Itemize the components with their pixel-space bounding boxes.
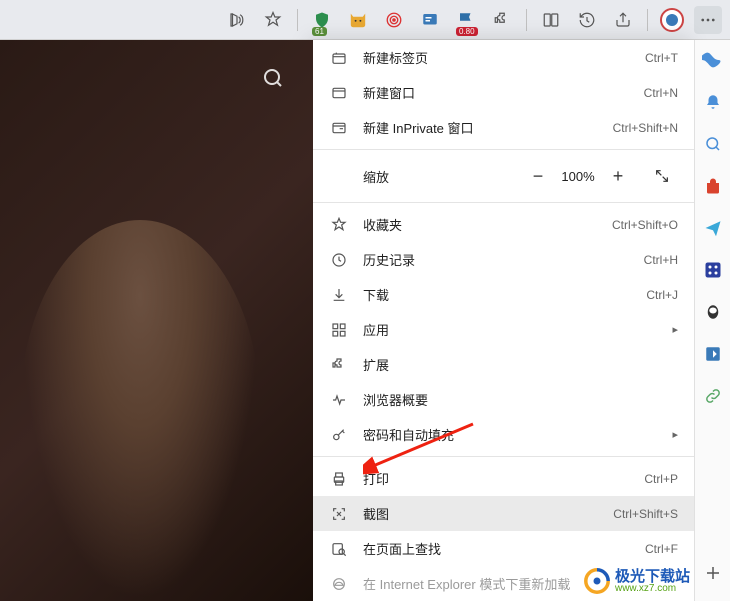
apps-icon (329, 320, 349, 340)
menu-label: 在页面上查找 (363, 539, 645, 558)
menu-shortcut: Ctrl+H (644, 253, 678, 267)
menu-ie-mode[interactable]: 在 Internet Explorer 模式下重新加载 (313, 566, 694, 601)
divider (647, 9, 648, 31)
menu-label: 新建标签页 (363, 48, 645, 67)
menu-new-window[interactable]: 新建窗口 Ctrl+N (313, 75, 694, 110)
menu-label: 在 Internet Explorer 模式下重新加载 (363, 574, 678, 593)
extension-cat-icon[interactable] (344, 6, 372, 34)
baidu-icon[interactable] (701, 258, 725, 282)
add-icon[interactable] (701, 561, 725, 585)
browser-toolbar: 61 0.80 (0, 0, 730, 40)
menu-new-tab[interactable]: 新建标签页 Ctrl+T (313, 40, 694, 75)
shield-badge: 61 (312, 27, 327, 36)
extension-target-icon[interactable] (380, 6, 408, 34)
menu-zoom: 缩放 − 100% + (313, 154, 694, 198)
link-icon[interactable] (701, 384, 725, 408)
menu-label: 打印 (363, 469, 644, 488)
menu-new-inprivate[interactable]: 新建 InPrivate 窗口 Ctrl+Shift+N (313, 110, 694, 145)
zoom-out-button[interactable]: − (522, 160, 554, 192)
qq-icon[interactable] (701, 300, 725, 324)
divider (526, 9, 527, 31)
screenshot-icon (329, 504, 349, 524)
ie-icon (329, 574, 349, 594)
chevron-right-icon: ▸ (672, 428, 678, 441)
send-icon[interactable] (701, 216, 725, 240)
menu-shortcut: Ctrl+F (645, 542, 678, 556)
extension-note-icon[interactable] (416, 6, 444, 34)
history-icon[interactable] (573, 6, 601, 34)
favorite-icon[interactable] (259, 6, 287, 34)
clock-icon (329, 250, 349, 270)
menu-label: 新建窗口 (363, 83, 644, 102)
inprivate-icon (329, 118, 349, 138)
flag-badge: 0.80 (456, 27, 478, 36)
divider (313, 456, 694, 457)
menu-label: 截图 (363, 504, 613, 523)
settings-menu: 新建标签页 Ctrl+T 新建窗口 Ctrl+N 新建 InPrivate 窗口… (313, 40, 694, 601)
menu-label: 收藏夹 (363, 215, 612, 234)
right-sidebar (694, 40, 730, 601)
extension-shield-icon[interactable]: 61 (308, 6, 336, 34)
menu-shortcut: Ctrl+N (644, 86, 678, 100)
puzzle-icon (329, 355, 349, 375)
menu-shortcut: Ctrl+P (644, 472, 678, 486)
menu-downloads[interactable]: 下载 Ctrl+J (313, 277, 694, 312)
more-button[interactable] (694, 6, 722, 34)
read-aloud-icon[interactable] (223, 6, 251, 34)
chevron-right-icon: ▸ (672, 323, 678, 336)
divider (297, 9, 298, 31)
fullscreen-button[interactable] (646, 160, 678, 192)
zoom-in-button[interactable]: + (602, 160, 634, 192)
search-icon[interactable] (253, 58, 293, 98)
menu-performance[interactable]: 浏览器概要 (313, 382, 694, 417)
key-icon (329, 425, 349, 445)
extension-flag-icon[interactable]: 0.80 (452, 6, 480, 34)
menu-label: 新建 InPrivate 窗口 (363, 118, 613, 137)
menu-label: 下载 (363, 285, 646, 304)
divider (313, 202, 694, 203)
notification-icon[interactable] (701, 90, 725, 114)
shopping-icon[interactable] (701, 174, 725, 198)
tab-icon (329, 48, 349, 68)
profile-avatar[interactable] (658, 6, 686, 34)
menu-shortcut: Ctrl+Shift+O (612, 218, 678, 232)
menu-favorites[interactable]: 收藏夹 Ctrl+Shift+O (313, 207, 694, 242)
menu-label: 应用 (363, 320, 666, 339)
copilot-icon[interactable] (701, 48, 725, 72)
menu-print[interactable]: 打印 Ctrl+P (313, 461, 694, 496)
menu-shortcut: Ctrl+T (645, 51, 678, 65)
menu-apps[interactable]: 应用 ▸ (313, 312, 694, 347)
share-icon[interactable] (609, 6, 637, 34)
extensions-icon[interactable] (488, 6, 516, 34)
menu-shortcut: Ctrl+Shift+N (613, 121, 678, 135)
print-icon (329, 469, 349, 489)
sidebar-search-icon[interactable] (701, 132, 725, 156)
download-icon (329, 285, 349, 305)
tool-icon[interactable] (701, 342, 725, 366)
divider (313, 149, 694, 150)
menu-label: 浏览器概要 (363, 390, 678, 409)
star-icon (329, 215, 349, 235)
menu-extensions[interactable]: 扩展 (313, 347, 694, 382)
menu-shortcut: Ctrl+J (646, 288, 678, 302)
menu-screenshot[interactable]: 截图 Ctrl+Shift+S (313, 496, 694, 531)
menu-shortcut: Ctrl+Shift+S (613, 507, 678, 521)
menu-label: 扩展 (363, 355, 678, 374)
zoom-value: 100% (558, 169, 598, 184)
menu-label: 密码和自动填充 (363, 425, 666, 444)
pulse-icon (329, 390, 349, 410)
zoom-label: 缩放 (363, 167, 522, 186)
menu-passwords[interactable]: 密码和自动填充 ▸ (313, 417, 694, 452)
split-screen-icon[interactable] (537, 6, 565, 34)
video-content (0, 40, 313, 601)
find-icon (329, 539, 349, 559)
menu-history[interactable]: 历史记录 Ctrl+H (313, 242, 694, 277)
menu-find[interactable]: 在页面上查找 Ctrl+F (313, 531, 694, 566)
menu-label: 历史记录 (363, 250, 644, 269)
window-icon (329, 83, 349, 103)
